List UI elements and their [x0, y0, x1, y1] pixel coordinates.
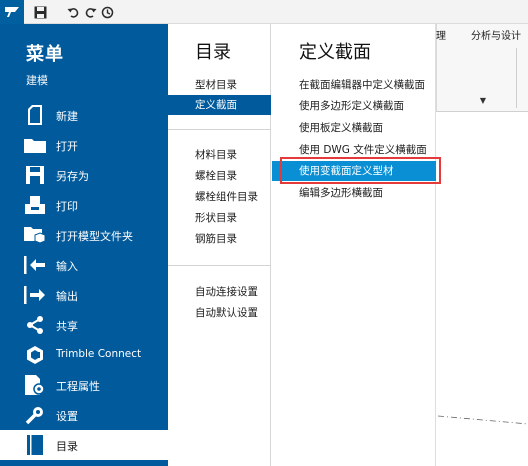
catalog-item-material-catalog[interactable]: 材料目录: [168, 145, 271, 165]
catalog-item-rebar-catalog[interactable]: 钢筋目录: [168, 229, 271, 249]
folder-icon: [24, 135, 46, 155]
menu-item-label: 工程属性: [56, 380, 100, 393]
trimble-connect-icon: [24, 345, 46, 365]
history-icon[interactable]: [98, 3, 116, 21]
menu-item-new[interactable]: 新建: [0, 100, 168, 130]
quick-access-toolbar: [0, 0, 528, 24]
define-item-edit-polygon-section[interactable]: 编辑多边形横截面: [272, 183, 436, 203]
undo-icon[interactable]: [64, 3, 82, 21]
menu-item-open-model-folder[interactable]: 打开模型文件夹: [0, 220, 168, 250]
menu-item-save-as[interactable]: 另存为: [0, 160, 168, 190]
menu-item-label: 目录: [56, 440, 78, 453]
menu-item-export[interactable]: 输出: [0, 280, 168, 310]
catalog-item-auto-connection-settings[interactable]: 自动连接设置: [168, 282, 271, 302]
export-icon: [24, 285, 46, 305]
menu-item-catalog[interactable]: 目录: [0, 430, 168, 460]
menu-item-project-properties[interactable]: 工程属性: [0, 370, 168, 400]
ribbon-tab-analysis-design[interactable]: 分析与设计: [471, 27, 521, 42]
menu-item-label: 另存为: [56, 170, 89, 183]
menu-item-share[interactable]: 共享: [0, 310, 168, 340]
catalog-title: 目录: [195, 42, 231, 63]
catalog-item-bolt-catalog[interactable]: 螺栓目录: [168, 166, 271, 186]
menu-item-label: 打印: [56, 200, 78, 213]
menu-item-label: 共享: [56, 320, 78, 333]
chevron-down-icon: ▼: [479, 96, 486, 105]
menu-item-settings[interactable]: 设置: [0, 400, 168, 430]
open-model-folder-icon: [24, 225, 46, 245]
menu-section-modeling: 建模: [26, 74, 48, 87]
define-section-submenu: 定义截面 在截面编辑器中定义横截面 使用多边形定义横截面 使用板定义横截面 使用…: [272, 24, 436, 466]
menu-item-print[interactable]: 打印: [0, 190, 168, 220]
redo-icon[interactable]: [81, 3, 99, 21]
import-icon: [24, 255, 46, 275]
menu-item-import[interactable]: 输入: [0, 250, 168, 280]
print-icon: [24, 195, 46, 215]
menu-item-label: 新建: [56, 110, 78, 123]
new-file-icon: [24, 105, 46, 125]
catalog-item-bolt-assembly-catalog[interactable]: 螺栓组件目录: [168, 187, 271, 207]
project-properties-icon: [24, 375, 46, 395]
catalog-submenu: 目录 型材目录 定义截面 材料目录 螺栓目录 螺栓组件目录 形状目录 钢筋目录 …: [168, 24, 271, 466]
define-section-title: 定义截面: [299, 42, 371, 63]
catalog-icon: [24, 435, 46, 455]
menu-item-label: 设置: [56, 410, 78, 423]
save-as-icon: [24, 165, 46, 185]
ribbon-dropdown[interactable]: ▼: [436, 92, 496, 112]
catalog-divider: [168, 129, 271, 130]
catalog-divider: [168, 265, 271, 266]
share-icon: [24, 315, 46, 335]
model-grid-line: [438, 415, 528, 425]
catalog-item-profile-catalog[interactable]: 型材目录: [168, 75, 271, 95]
save-icon[interactable]: [31, 3, 49, 21]
define-item-section-editor[interactable]: 在截面编辑器中定义横截面: [272, 75, 436, 95]
catalog-item-define-section[interactable]: 定义截面: [168, 95, 271, 115]
file-menu-panel: 菜单 建模 新建 打开 另存为 打印 打开模型文件夹 输入 输出 共享 Trim…: [0, 24, 168, 466]
menu-title: 菜单: [26, 44, 64, 65]
ribbon-tab-partial[interactable]: 理: [436, 27, 446, 42]
settings-icon: [24, 405, 46, 425]
menu-item-label: 打开模型文件夹: [56, 230, 133, 243]
highlight-annotation-box: [280, 157, 441, 184]
menu-item-open[interactable]: 打开: [0, 130, 168, 160]
catalog-item-shape-catalog[interactable]: 形状目录: [168, 208, 271, 228]
menu-item-label: 输出: [56, 290, 78, 303]
catalog-item-auto-default-settings[interactable]: 自动默认设置: [168, 303, 271, 323]
menu-item-trimble-connect[interactable]: Trimble Connect: [0, 340, 168, 370]
menu-item-label: 输入: [56, 260, 78, 273]
tekla-logo-icon[interactable]: [0, 0, 24, 24]
define-item-plate-section[interactable]: 使用板定义横截面: [272, 118, 436, 138]
menu-item-label: 打开: [56, 140, 78, 153]
define-item-polygon-section[interactable]: 使用多边形定义横截面: [272, 96, 436, 116]
menu-item-label: Trimble Connect: [56, 348, 142, 360]
ribbon-divider: [516, 48, 517, 108]
